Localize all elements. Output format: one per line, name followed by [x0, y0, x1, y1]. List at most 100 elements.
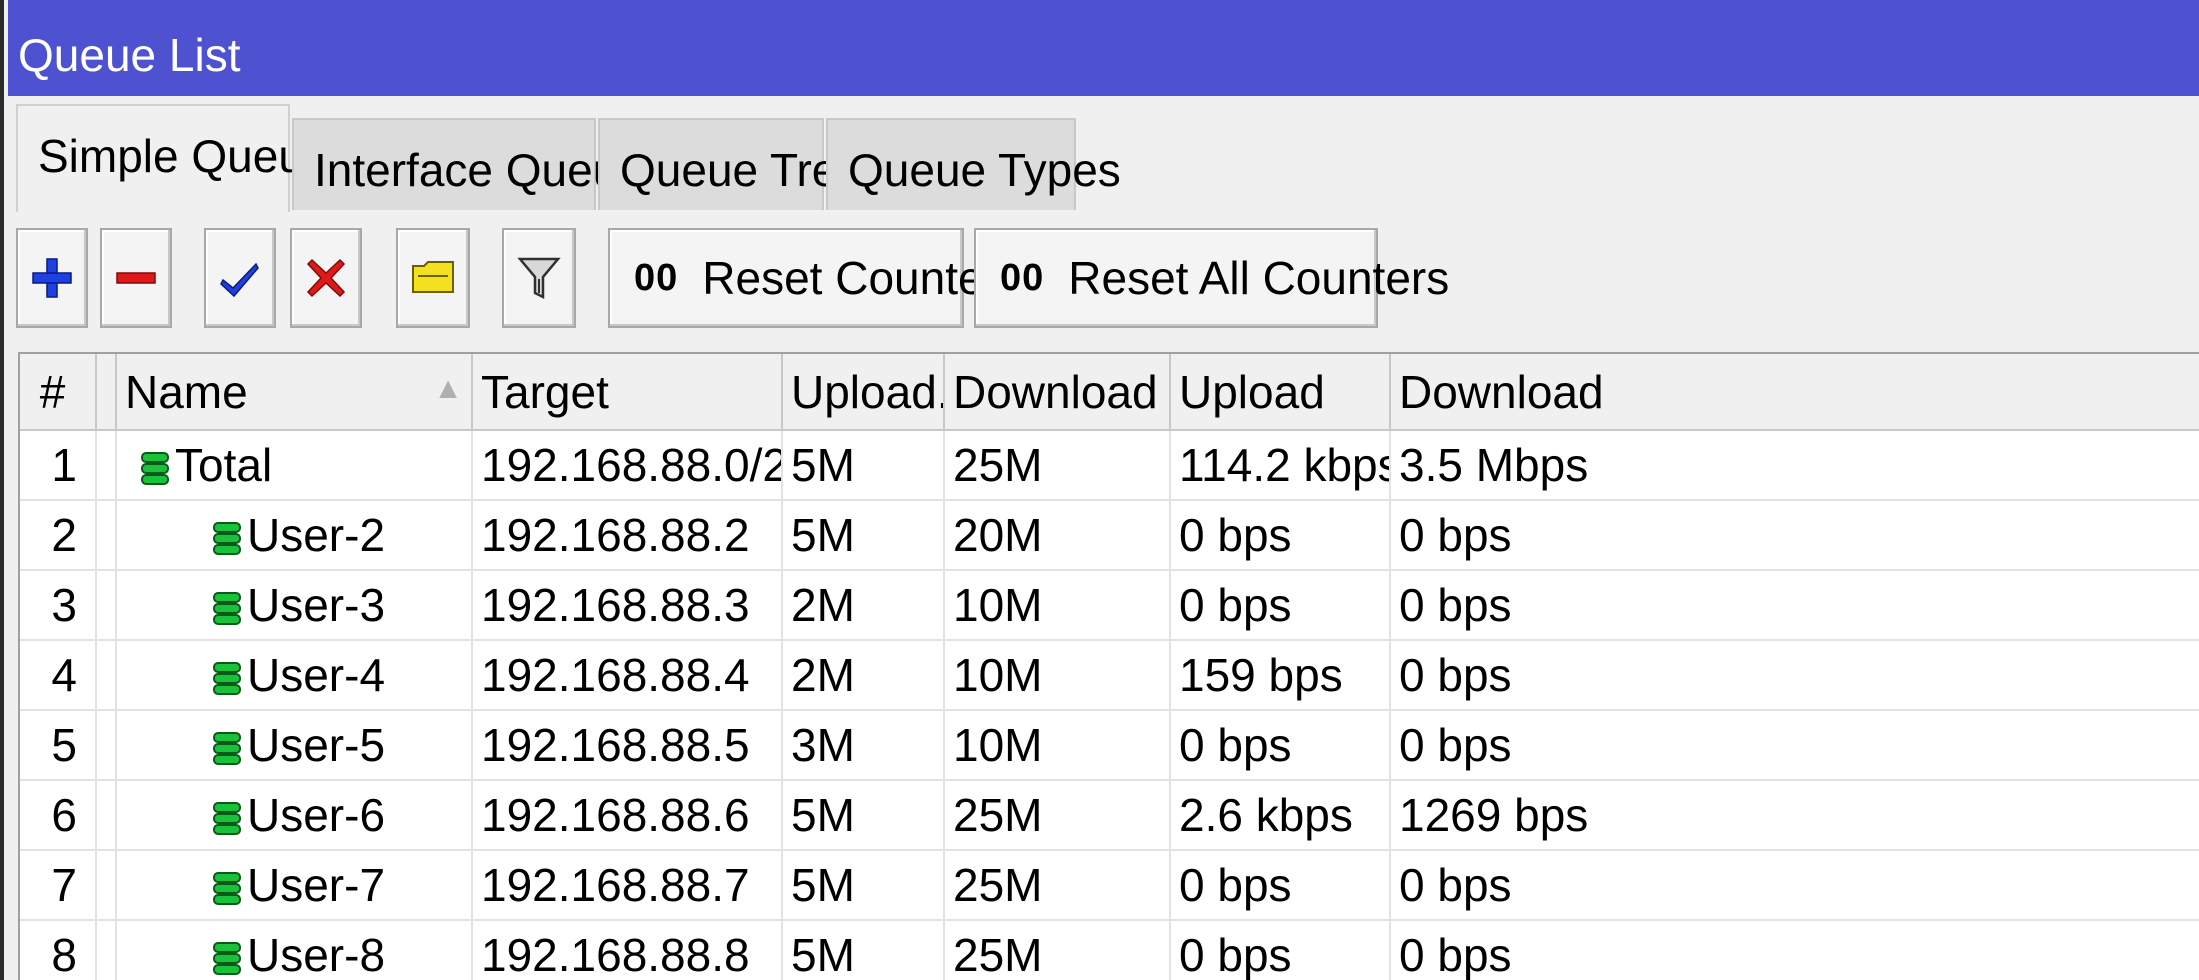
upload-rate: 0 bps [1170, 920, 1391, 980]
row-number: 5 [20, 710, 97, 781]
row-number: 3 [20, 570, 97, 641]
queue-icon [213, 732, 241, 765]
upload-max-limit: 5M [782, 920, 945, 980]
queue-target: 192.168.88.0/24 [472, 430, 783, 501]
comment-icon [412, 261, 454, 293]
row-spacer [96, 500, 117, 571]
queue-name: User-8 [247, 929, 386, 980]
queue-name: User-7 [247, 859, 386, 911]
upload-rate: 159 bps [1170, 640, 1391, 711]
upload-max-limit: 2M [782, 640, 945, 711]
table-row[interactable]: 5 User-5 192.168.88.5 3M 10M 0 bps 0 bps [20, 710, 2199, 781]
download-max-limit: 25M [944, 430, 1171, 501]
row-spacer [96, 570, 117, 641]
column-header-name[interactable]: Name ▲ [116, 354, 473, 431]
upload-max-limit: 5M [782, 780, 945, 851]
row-spacer [96, 850, 117, 921]
table-row[interactable]: 4 User-4 192.168.88.4 2M 10M 159 bps 0 bps [20, 640, 2199, 711]
row-number: 7 [20, 850, 97, 921]
queue-name-cell: Total [116, 430, 473, 501]
reset-all-counters-label: Reset All Counters [1068, 252, 1450, 304]
upload-rate: 0 bps [1170, 500, 1391, 571]
tab-queue-tree[interactable]: Queue Tree [598, 118, 863, 210]
queue-list-window: Queue List Simple Queues Interface Queue… [0, 0, 2199, 980]
column-header-target[interactable]: Target [472, 354, 783, 431]
counter-glyph: 00 [634, 256, 679, 299]
queue-icon [213, 942, 241, 975]
counter-glyph: 00 [1000, 256, 1045, 299]
remove-button[interactable] [100, 228, 172, 328]
queue-target: 192.168.88.3 [472, 570, 783, 641]
comment-button[interactable] [396, 228, 470, 328]
minus-icon [116, 272, 156, 284]
upload-max-limit: 5M [782, 500, 945, 571]
column-header-download-max-limit[interactable]: Download ... [944, 354, 1171, 431]
reset-all-counters-button[interactable]: 00 Reset All Counters [974, 228, 1449, 328]
queue-name: Total [175, 439, 273, 491]
column-header-download-rate[interactable]: Download [1390, 354, 2199, 431]
table-row[interactable]: 3 User-3 192.168.88.3 2M 10M 0 bps 0 bps [20, 570, 2199, 641]
sort-ascending-icon: ▲ [433, 372, 463, 405]
download-max-limit: 20M [944, 500, 1171, 571]
table-row[interactable]: 2 User-2 192.168.88.2 5M 20M 0 bps 0 bps [20, 500, 2199, 571]
queue-icon [213, 662, 241, 695]
upload-max-limit: 2M [782, 570, 945, 641]
row-spacer [96, 640, 117, 711]
queue-icon [141, 452, 169, 485]
queue-name: User-4 [247, 649, 386, 701]
window-title: Queue List [8, 0, 2199, 96]
upload-rate: 0 bps [1170, 570, 1391, 641]
download-rate: 0 bps [1390, 640, 2199, 711]
download-rate: 0 bps [1390, 500, 2199, 571]
upload-rate: 114.2 kbps [1170, 430, 1391, 501]
checkmark-icon [220, 262, 259, 298]
download-rate: 0 bps [1390, 850, 2199, 921]
enable-button[interactable] [204, 228, 276, 328]
table-row[interactable]: 1 Total 192.168.88.0/24 5M 25M 114.2 kbps 3.5 … [20, 430, 2199, 501]
download-rate: 0 bps [1390, 710, 2199, 781]
queue-target: 192.168.88.8 [472, 920, 783, 980]
queue-table: # Name ▲ Target Upload... Download ... U… [18, 352, 2199, 980]
queue-target: 192.168.88.5 [472, 710, 783, 781]
upload-max-limit: 3M [782, 710, 945, 781]
download-max-limit: 25M [944, 780, 1171, 851]
queue-icon [213, 872, 241, 905]
queue-name-cell: User-4 [116, 640, 473, 711]
download-max-limit: 10M [944, 570, 1171, 641]
column-header-upload-max-limit[interactable]: Upload... [782, 354, 945, 431]
upload-rate: 2.6 kbps [1170, 780, 1391, 851]
queue-name-cell: User-8 [116, 920, 473, 980]
tab-simple-queues[interactable]: Simple Queues [16, 104, 353, 212]
filter-icon [517, 257, 561, 300]
queue-icon [213, 592, 241, 625]
upload-max-limit: 5M [782, 430, 945, 501]
row-number: 6 [20, 780, 97, 851]
download-rate: 0 bps [1390, 570, 2199, 641]
filter-button[interactable] [502, 228, 576, 328]
tab-bar: Simple Queues Interface Queues Queue Tre… [8, 100, 2199, 212]
disable-button[interactable] [290, 228, 362, 328]
queue-name-cell: User-2 [116, 500, 473, 571]
queue-target: 192.168.88.4 [472, 640, 783, 711]
add-button[interactable] [16, 228, 88, 328]
table-row[interactable]: 6 User-6 192.168.88.6 5M 25M 2.6 kbps 1269 bps [20, 780, 2199, 851]
tab-interface-queues[interactable]: Interface Queues [292, 118, 667, 210]
queue-name-cell: User-5 [116, 710, 473, 781]
queue-name: User-3 [247, 579, 386, 631]
column-header-upload-rate[interactable]: Upload [1170, 354, 1391, 431]
tab-queue-types[interactable]: Queue Types [826, 118, 1121, 210]
column-header-number[interactable]: # [20, 354, 97, 431]
row-spacer [96, 430, 117, 501]
plus-icon [32, 258, 72, 298]
upload-max-limit: 5M [782, 850, 945, 921]
queue-name-cell: User-6 [116, 780, 473, 851]
queue-target: 192.168.88.7 [472, 850, 783, 921]
row-number: 2 [20, 500, 97, 571]
queue-name-cell: User-3 [116, 570, 473, 641]
reset-counters-button[interactable]: 00 Reset Counters [608, 228, 1022, 328]
queue-target: 192.168.88.6 [472, 780, 783, 851]
table-row[interactable]: 7 User-7 192.168.88.7 5M 25M 0 bps 0 bps [20, 850, 2199, 921]
queue-name: User-6 [247, 789, 386, 841]
table-row[interactable]: 8 User-8 192.168.88.8 5M 25M 0 bps 0 bps [20, 920, 2199, 980]
download-rate: 3.5 Mbps [1390, 430, 2199, 501]
